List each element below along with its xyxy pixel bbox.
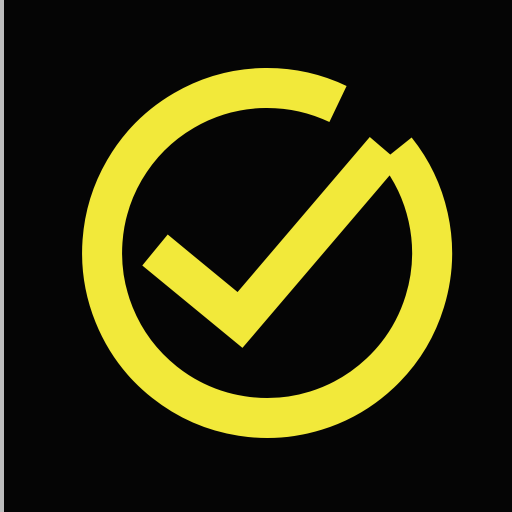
app-icon-tile — [0, 0, 512, 512]
check-mark — [142, 137, 401, 348]
check-circle-icon — [0, 0, 512, 512]
circle-arc — [82, 67, 453, 438]
